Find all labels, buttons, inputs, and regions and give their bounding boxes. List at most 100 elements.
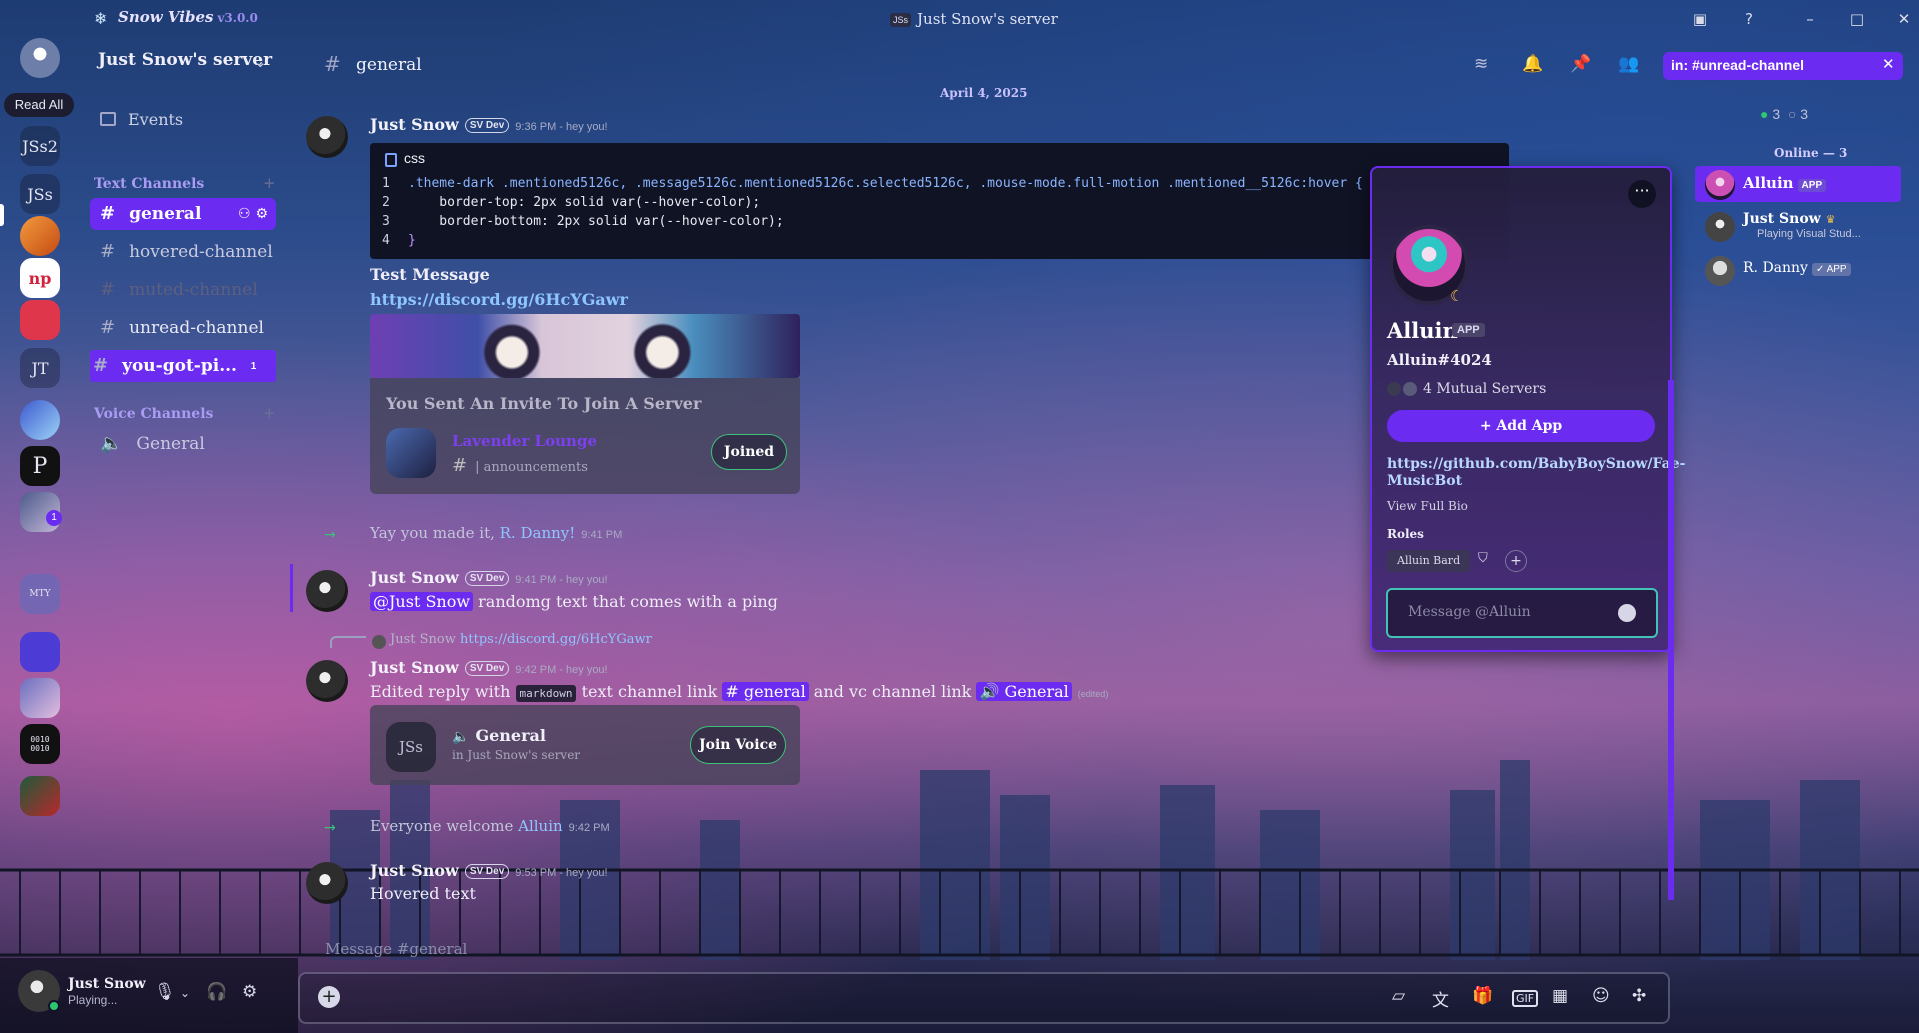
- pin-icon[interactable]: 📌: [1570, 54, 1591, 74]
- message-header: Just Snow SV Dev 9:53 PM - hey you!: [370, 861, 608, 880]
- message-header: Just Snow SV Dev 9:41 PM - hey you!: [370, 568, 608, 587]
- system-user[interactable]: Alluin: [518, 817, 563, 835]
- message-text: Test Message: [370, 265, 490, 284]
- minimize-button[interactable]: –: [1798, 8, 1822, 30]
- text-channels-category[interactable]: Text Channels: [94, 176, 204, 192]
- channel-name: unread-channel: [129, 318, 264, 338]
- server-binary-icon[interactable]: 0010 0010: [20, 724, 60, 764]
- server-name[interactable]: Just Snow's server: [98, 50, 274, 80]
- scrollbar-thumb[interactable]: [1668, 380, 1674, 900]
- system-timestamp: 9:42 PM: [568, 822, 610, 834]
- member-item[interactable]: R. Danny ✓ APP: [1695, 252, 1901, 288]
- invite-joined-button[interactable]: Joined: [711, 434, 787, 470]
- search-input[interactable]: in: #unread-channel: [1663, 52, 1903, 80]
- add-attachment-icon[interactable]: +: [318, 986, 340, 1008]
- server-np-icon[interactable]: np: [20, 258, 60, 298]
- reply-link[interactable]: https://discord.gg/6HcYGawr: [460, 632, 652, 647]
- role-tag: SV Dev: [464, 118, 510, 133]
- gif-icon[interactable]: GIF: [1512, 990, 1539, 1007]
- help-icon[interactable]: ?: [1737, 8, 1761, 30]
- channel-hash-icon: #: [324, 52, 341, 76]
- roles-heading: Roles: [1387, 527, 1424, 541]
- emoji-icon[interactable]: ☺: [1592, 986, 1610, 1006]
- app-tag: APP: [1452, 323, 1485, 337]
- home-avatar[interactable]: [20, 38, 60, 78]
- server-red-icon[interactable]: [20, 300, 60, 340]
- server-p-icon[interactable]: P: [20, 446, 60, 486]
- member-item[interactable]: Alluin APP: [1695, 166, 1901, 202]
- server-anime-avatar[interactable]: [20, 400, 60, 440]
- apps-icon[interactable]: ✣: [1632, 986, 1646, 1006]
- online-dot-icon: ●: [1760, 106, 1769, 122]
- message-avatar[interactable]: [306, 862, 348, 904]
- message-author[interactable]: Just Snow: [370, 568, 459, 587]
- translate-icon[interactable]: 文: [1432, 986, 1449, 1011]
- message-author[interactable]: Just Snow: [370, 115, 459, 134]
- message-author[interactable]: Just Snow: [370, 658, 459, 677]
- message-timestamp: 9:36 PM - hey you!: [515, 121, 608, 133]
- inbox-icon[interactable]: ▣: [1688, 8, 1712, 30]
- channel-link[interactable]: # general: [722, 682, 809, 701]
- message-avatar[interactable]: [306, 660, 348, 702]
- member-item[interactable]: Just Snow ♛ Playing Visual Stud...: [1695, 208, 1901, 244]
- server-blue-icon[interactable]: [20, 632, 60, 672]
- disable-embeds-icon[interactable]: ▱: [1392, 986, 1405, 1006]
- voice-channels-category[interactable]: Voice Channels: [94, 406, 213, 422]
- invite-link[interactable]: https://discord.gg/6HcYGawr: [370, 290, 628, 309]
- server-jss[interactable]: JSs: [20, 174, 60, 214]
- emoji-icon[interactable]: [1618, 604, 1636, 622]
- channel-hovered[interactable]: # hovered-channel: [90, 236, 276, 268]
- more-options-icon[interactable]: ···: [1628, 180, 1656, 208]
- channel-unread[interactable]: # unread-channel: [90, 312, 276, 344]
- system-user[interactable]: R. Danny!: [500, 524, 576, 542]
- reply-preview[interactable]: Just Snow https://discord.gg/6HcYGawr: [390, 632, 652, 647]
- message-avatar[interactable]: [306, 116, 348, 158]
- channel-mention[interactable]: # you-got-pi... 1: [90, 350, 276, 382]
- server-jt[interactable]: JT: [20, 348, 60, 388]
- member-list-icon[interactable]: 👥: [1618, 54, 1639, 74]
- gift-icon[interactable]: 🎁: [1472, 986, 1493, 1006]
- join-voice-button[interactable]: Join Voice: [690, 726, 786, 764]
- add-voice-channel-icon[interactable]: +: [263, 404, 276, 422]
- message-avatar[interactable]: [306, 570, 348, 612]
- user-mention[interactable]: @Just Snow: [370, 592, 474, 611]
- read-all-button[interactable]: Read All: [4, 93, 74, 117]
- profile-bio-link[interactable]: https://github.com/BabyBoySnow/Fae-Music…: [1387, 456, 1685, 490]
- message-body: randomg text that comes with a ping: [473, 592, 778, 611]
- close-window-button[interactable]: ✕: [1892, 8, 1916, 30]
- mic-options-chevron-icon[interactable]: ⌄: [180, 986, 190, 1000]
- add-app-button[interactable]: + Add App: [1387, 410, 1655, 442]
- member-name: Alluin APP: [1743, 174, 1827, 192]
- channel-general[interactable]: # general ⚇ ⚙: [90, 198, 276, 230]
- clear-search-icon[interactable]: ✕: [1882, 55, 1895, 73]
- message-author[interactable]: Just Snow: [370, 861, 459, 880]
- channel-settings-icon[interactable]: ⚇ ⚙: [238, 198, 268, 230]
- user-name[interactable]: Just Snow: [68, 976, 146, 992]
- chevron-down-icon[interactable]: ⌄: [254, 53, 267, 71]
- server-girl-avatar[interactable]: [20, 678, 60, 718]
- server-orange-avatar[interactable]: [20, 216, 60, 256]
- maximize-button[interactable]: □: [1845, 8, 1869, 30]
- server-mty[interactable]: MTY: [20, 574, 60, 614]
- mutual-servers[interactable]: 4 Mutual Servers: [1387, 381, 1546, 397]
- sticker-icon[interactable]: ▦: [1552, 986, 1568, 1006]
- channel-muted[interactable]: # muted-channel: [90, 274, 276, 306]
- threads-icon[interactable]: ≋: [1474, 54, 1488, 74]
- voice-channel-link[interactable]: 🔊 General: [976, 682, 1072, 701]
- events-link[interactable]: Events: [128, 110, 183, 129]
- headphones-icon[interactable]: 🎧: [206, 982, 227, 1002]
- add-role-button[interactable]: +: [1505, 550, 1527, 572]
- user-settings-gear-icon[interactable]: ⚙: [242, 982, 257, 1002]
- server-jss2[interactable]: JSs2: [20, 126, 60, 166]
- notification-bell-icon[interactable]: 🔔: [1522, 54, 1543, 74]
- voice-invite-sub: in Just Snow's server: [452, 748, 581, 762]
- view-full-bio-link[interactable]: View Full Bio: [1387, 499, 1468, 513]
- add-channel-icon[interactable]: +: [263, 174, 276, 192]
- voice-channel-general[interactable]: 🔈 General: [90, 428, 276, 460]
- server-misc-folder[interactable]: [20, 776, 60, 816]
- crown-icon: ♛: [1825, 213, 1836, 226]
- message-composer[interactable]: [298, 972, 1670, 1024]
- microphone-icon[interactable]: 🎙: [154, 982, 176, 1002]
- role-chip[interactable]: Alluin Bard: [1387, 550, 1471, 572]
- invite-server-name[interactable]: Lavender Lounge: [452, 432, 597, 450]
